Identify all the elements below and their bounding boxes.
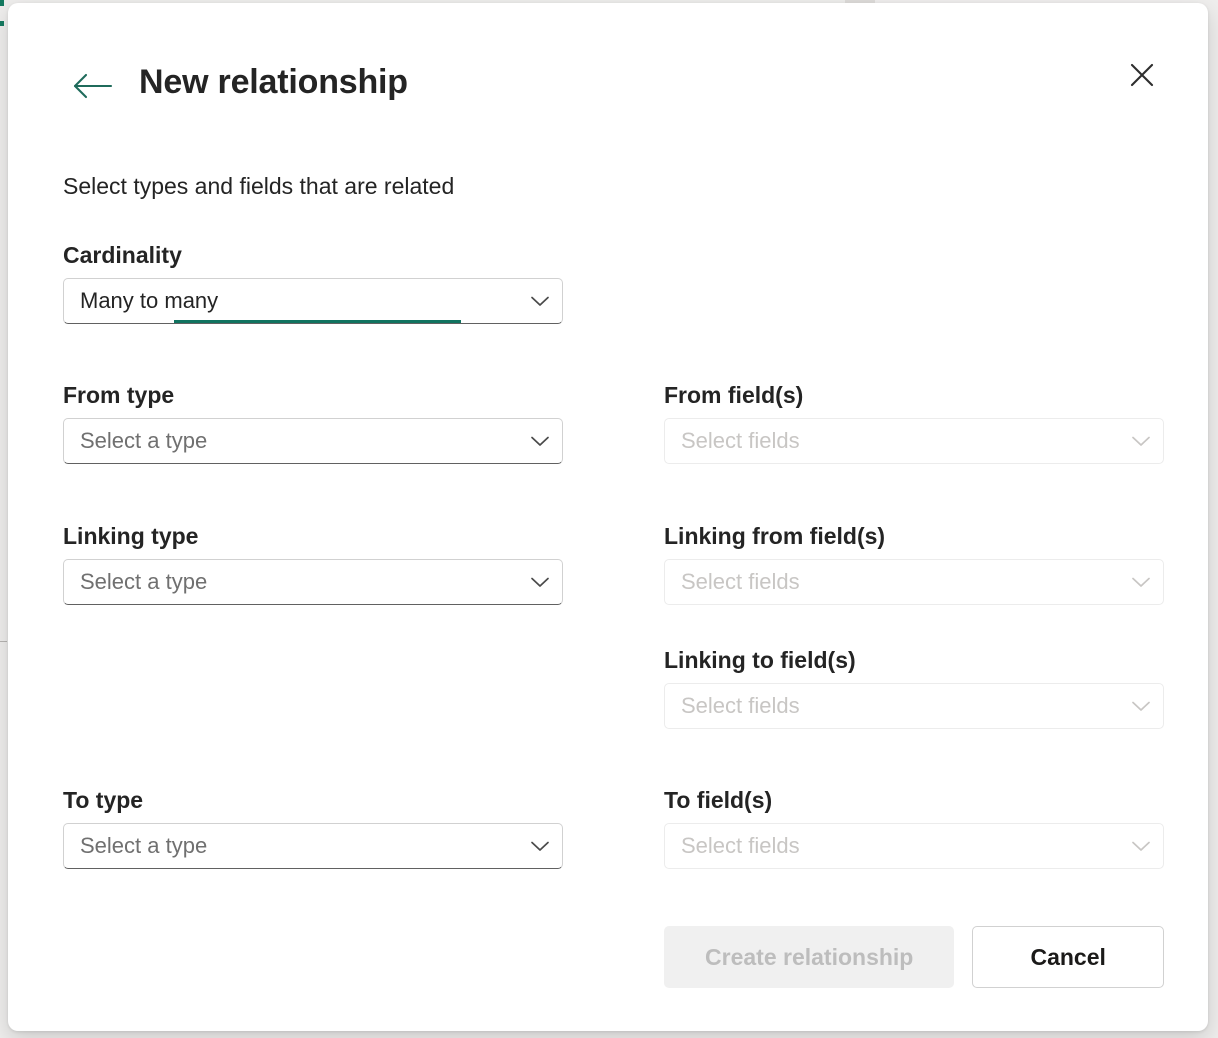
chevron-down-icon [518, 289, 562, 313]
dialog-header: New relationship [8, 3, 1208, 123]
field-from-fields: From field(s) Select fields [664, 381, 1164, 464]
field-linking-to-fields: Linking to field(s) Select fields [664, 646, 1164, 729]
chevron-down-icon [1119, 834, 1163, 858]
backdrop-divider-rule [0, 641, 7, 642]
cardinality-dropdown-value: Many to many [64, 279, 518, 323]
chevron-down-icon [518, 570, 562, 594]
field-to-type: To type Select a type [63, 786, 563, 869]
linking-from-fields-dropdown-value: Select fields [665, 560, 1119, 604]
page-title: New relationship [139, 63, 408, 102]
linking-type-dropdown[interactable]: Select a type [63, 559, 563, 605]
field-label-linking-from-fields: Linking from field(s) [664, 522, 1164, 550]
close-button[interactable] [1118, 55, 1166, 99]
from-type-dropdown-value: Select a type [64, 419, 518, 463]
arrow-left-icon [73, 73, 113, 104]
from-fields-dropdown-value: Select fields [665, 419, 1119, 463]
chevron-down-icon [1119, 570, 1163, 594]
field-linking-type: Linking type Select a type [63, 522, 563, 605]
chevron-down-icon [518, 429, 562, 453]
cancel-button[interactable]: Cancel [972, 926, 1164, 988]
field-label-cardinality: Cardinality [63, 241, 563, 269]
field-from-type: From type Select a type [63, 381, 563, 464]
new-relationship-dialog: New relationship Select types and fields… [8, 3, 1208, 1031]
chevron-down-icon [1119, 694, 1163, 718]
chevron-down-icon [1119, 429, 1163, 453]
dialog-subtitle: Select types and fields that are related [63, 173, 454, 200]
back-button[interactable] [70, 65, 116, 111]
to-fields-dropdown[interactable]: Select fields [664, 823, 1164, 869]
field-label-linking-type: Linking type [63, 522, 563, 550]
to-fields-dropdown-value: Select fields [665, 824, 1119, 868]
field-label-linking-to-fields: Linking to field(s) [664, 646, 1164, 674]
from-fields-dropdown[interactable]: Select fields [664, 418, 1164, 464]
dialog-footer: Create relationship Cancel [664, 925, 1164, 989]
to-type-dropdown-value: Select a type [64, 824, 518, 868]
to-type-dropdown[interactable]: Select a type [63, 823, 563, 869]
close-icon [1128, 61, 1156, 94]
cardinality-focus-underline [174, 320, 461, 323]
create-relationship-button[interactable]: Create relationship [664, 926, 954, 988]
field-cardinality: Cardinality Many to many [63, 241, 563, 324]
linking-from-fields-dropdown[interactable]: Select fields [664, 559, 1164, 605]
from-type-dropdown[interactable]: Select a type [63, 418, 563, 464]
chevron-down-icon [518, 834, 562, 858]
linking-to-fields-dropdown-value: Select fields [665, 684, 1119, 728]
linking-type-dropdown-value: Select a type [64, 560, 518, 604]
backdrop-accent-bar-second [0, 21, 4, 26]
linking-to-fields-dropdown[interactable]: Select fields [664, 683, 1164, 729]
field-linking-from-fields: Linking from field(s) Select fields [664, 522, 1164, 605]
backdrop-accent-bar-top [0, 0, 4, 6]
cardinality-dropdown[interactable]: Many to many [63, 278, 563, 324]
field-label-from-type: From type [63, 381, 563, 409]
field-label-to-type: To type [63, 786, 563, 814]
field-label-to-fields: To field(s) [664, 786, 1164, 814]
field-label-from-fields: From field(s) [664, 381, 1164, 409]
field-to-fields: To field(s) Select fields [664, 786, 1164, 869]
